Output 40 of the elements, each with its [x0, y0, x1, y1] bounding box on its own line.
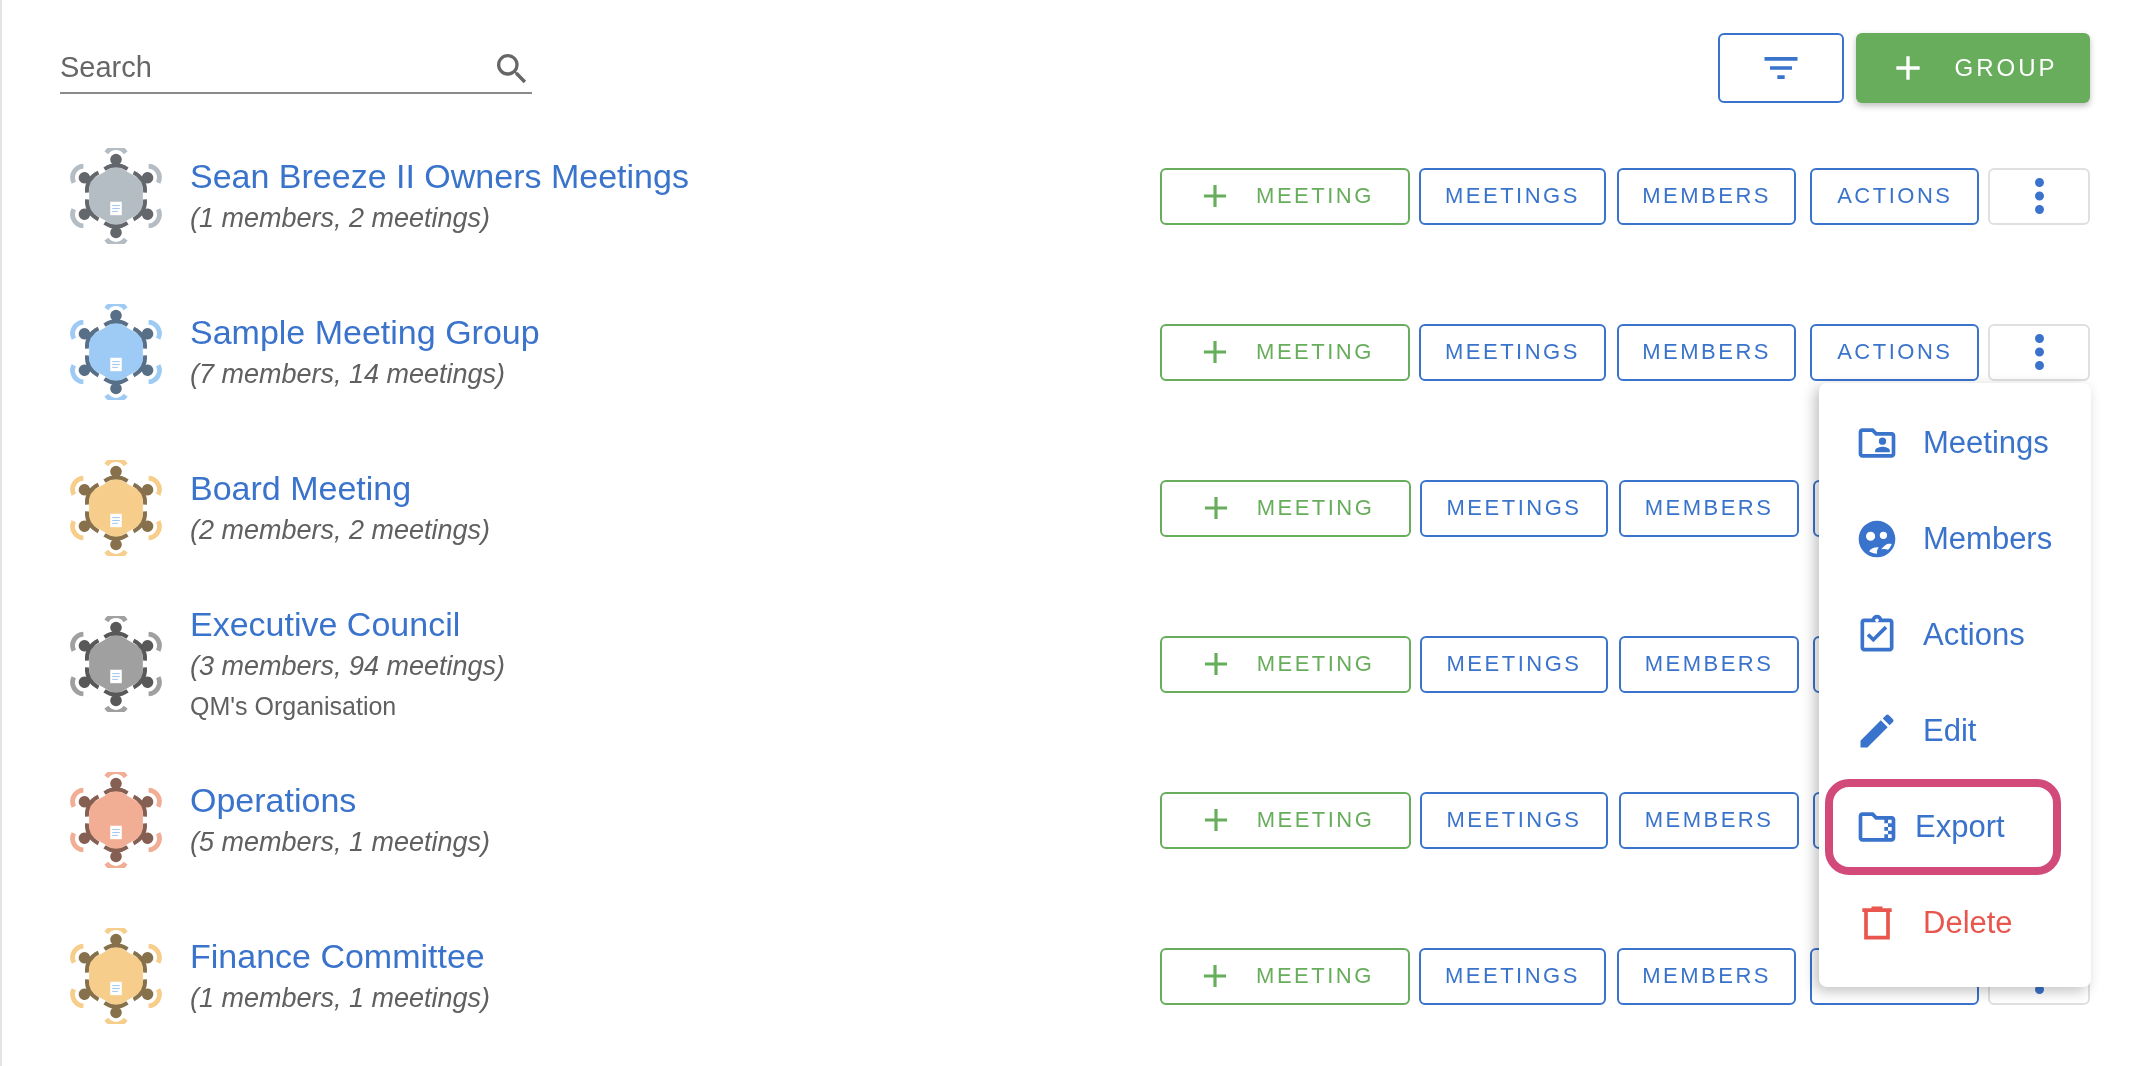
members-button[interactable]: MEMBERS: [1619, 791, 1799, 849]
group-summary: (7 members, 14 meetings): [190, 358, 507, 391]
group-summary: (5 members, 1 meetings): [190, 826, 492, 859]
group-summary: (3 members, 94 meetings): [190, 650, 507, 683]
group-title-link[interactable]: Board Meeting: [190, 466, 1160, 510]
add-meeting-button[interactable]: MEETING: [1160, 635, 1411, 693]
meetings-button[interactable]: MEETINGS: [1418, 167, 1606, 225]
menu-item[interactable]: Actions: [1819, 587, 2091, 683]
group-title-link[interactable]: Sean Breeze II Owners Meetings: [190, 154, 1160, 198]
meetings-button[interactable]: MEETINGS: [1418, 947, 1606, 1005]
add-group-button[interactable]: GROUP: [1856, 33, 2090, 103]
menu-item[interactable]: Delete: [1819, 875, 2091, 971]
add-meeting-button[interactable]: MEETING: [1160, 791, 1411, 849]
add-meeting-button[interactable]: MEETING: [1160, 167, 1410, 225]
add-meeting-button[interactable]: MEETING: [1160, 479, 1411, 537]
menu-item[interactable]: Edit: [1819, 683, 2091, 779]
group-title-link[interactable]: Operations: [190, 778, 1160, 822]
group-title-link[interactable]: Finance Committee: [190, 934, 1160, 978]
meetings-button[interactable]: MEETINGS: [1420, 635, 1608, 693]
group-summary: (1 members, 2 meetings): [190, 202, 492, 235]
meetings-button[interactable]: MEETINGS: [1420, 791, 1608, 849]
members-button[interactable]: MEMBERS: [1619, 635, 1799, 693]
menu-item[interactable]: Export: [1825, 779, 2061, 875]
add-meeting-button[interactable]: MEETING: [1160, 947, 1410, 1005]
menu-item[interactable]: Meetings: [1819, 395, 2091, 491]
group-title-link[interactable]: Sample Meeting Group: [190, 310, 1160, 354]
meetings-button[interactable]: MEETINGS: [1420, 479, 1608, 537]
actions-button[interactable]: ACTIONS: [1810, 323, 1980, 381]
members-button[interactable]: MEMBERS: [1617, 167, 1797, 225]
add-meeting-button[interactable]: MEETING: [1160, 323, 1410, 381]
group-summary: (2 members, 2 meetings): [190, 514, 492, 547]
group-title-link[interactable]: Executive Council: [190, 602, 1160, 646]
group-summary: (1 members, 1 meetings): [190, 982, 492, 1015]
members-button[interactable]: MEMBERS: [1619, 479, 1799, 537]
organisation-label: QM's Organisation: [190, 691, 398, 722]
menu-item[interactable]: Members: [1819, 491, 2091, 587]
meetings-button[interactable]: MEETINGS: [1418, 323, 1606, 381]
members-button[interactable]: MEMBERS: [1617, 323, 1797, 381]
actions-button[interactable]: ACTIONS: [1810, 167, 1980, 225]
members-button[interactable]: MEMBERS: [1617, 947, 1797, 1005]
